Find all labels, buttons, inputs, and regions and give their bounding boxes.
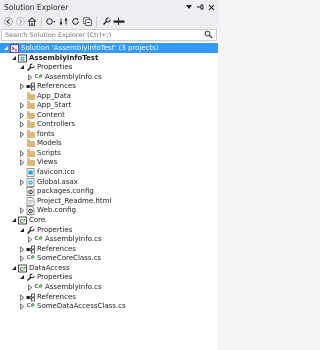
expand-arrow-icon[interactable]: [19, 111, 25, 119]
folder-icon: [26, 101, 35, 110]
expand-arrow-icon[interactable]: [19, 178, 25, 186]
title-bar: Solution Explorer: [0, 0, 218, 14]
tree-node-label: packages.config: [37, 187, 94, 195]
search-input[interactable]: [5, 31, 185, 39]
collapse-all-icon[interactable]: [82, 16, 92, 27]
auto-hide-pin-icon[interactable]: [196, 2, 204, 12]
expand-arrow-icon[interactable]: [19, 245, 25, 253]
toolbar-separator: [96, 16, 97, 27]
tree-node-label: SomeCoreClass.cs: [37, 254, 102, 262]
expand-arrow-icon[interactable]: [19, 130, 25, 138]
tree-node[interactable]: Properties: [0, 62, 218, 72]
tree-node-label: Web.config: [37, 206, 76, 214]
preview-selected-items-icon[interactable]: [113, 16, 125, 27]
tree-node[interactable]: favicon.ico: [0, 167, 218, 177]
refresh-icon[interactable]: [70, 16, 80, 27]
tree-node-label: Solution 'AssemblyInfoTest' (3 projects): [21, 44, 159, 52]
collapse-arrow-icon[interactable]: [19, 63, 25, 71]
pending-changes-filter-icon[interactable]: [46, 16, 56, 27]
expand-arrow-icon[interactable]: [27, 283, 33, 291]
tree-node-label: Models: [37, 139, 62, 147]
library-project-icon: C #: [18, 216, 27, 225]
folder-icon: [26, 158, 35, 167]
expand-arrow-icon[interactable]: [19, 149, 25, 157]
tree-node[interactable]: C# AssemblyInfo.cs: [0, 282, 218, 292]
csharp-file-icon: C#: [34, 284, 43, 290]
home-icon[interactable]: [27, 16, 37, 27]
tree-node[interactable]: C# SomeDataAccessClass.cs: [0, 301, 218, 311]
expand-arrow-icon[interactable]: [19, 120, 25, 128]
svg-text:#: #: [23, 218, 26, 222]
tree-node[interactable]: packages.config: [0, 186, 218, 196]
tree-node-label: App_Start: [37, 101, 72, 109]
tree-node[interactable]: Properties: [0, 272, 218, 282]
collapse-arrow-icon[interactable]: [19, 226, 25, 234]
tree-node-label: Core: [29, 216, 46, 224]
solution-node[interactable]: Solution 'AssemblyInfoTest' (3 projects): [0, 43, 218, 53]
expand-arrow-icon[interactable]: [19, 82, 25, 90]
tree-node-label: favicon.ico: [37, 168, 75, 176]
csharp-file-icon: C#: [26, 303, 35, 309]
expand-arrow-icon[interactable]: [19, 158, 25, 166]
tree-node-label: SomeDataAccessClass.cs: [37, 302, 126, 310]
properties-wrench-icon[interactable]: [101, 16, 111, 27]
tree-node[interactable]: App_Start: [0, 100, 218, 110]
search-icon[interactable]: [204, 30, 213, 41]
tree-node[interactable]: References: [0, 81, 218, 91]
tree-node[interactable]: Controllers: [0, 119, 218, 129]
config-file-icon: [26, 186, 35, 196]
close-icon[interactable]: [207, 2, 215, 12]
tree-node-label: Views: [37, 158, 58, 166]
expand-arrow-icon[interactable]: [19, 254, 25, 262]
tree-node[interactable]: Models: [0, 138, 218, 148]
references-icon: [26, 82, 35, 91]
tree-node[interactable]: C# SomeCoreClass.cs: [0, 253, 218, 263]
config-file-icon: [26, 205, 35, 215]
csharp-file-icon: C#: [26, 255, 35, 261]
tree-node[interactable]: Web.config: [0, 205, 218, 215]
solution-tree: Solution 'AssemblyInfoTest' (3 projects)…: [0, 42, 218, 350]
tree-node-label: References: [37, 82, 76, 90]
tree-node-label: Controllers: [37, 120, 76, 128]
expand-arrow-icon[interactable]: [19, 206, 25, 214]
back-icon[interactable]: [3, 16, 13, 27]
collapse-arrow-icon[interactable]: [3, 44, 9, 52]
expand-arrow-icon[interactable]: [19, 101, 25, 109]
title-controls: [185, 2, 215, 12]
solution-explorer-toolbar: [0, 14, 218, 29]
svg-text:#: #: [23, 266, 26, 270]
collapse-arrow-icon[interactable]: [11, 264, 17, 272]
collapse-arrow-icon[interactable]: [11, 216, 17, 224]
expand-arrow-icon[interactable]: [19, 293, 25, 301]
tree-node[interactable]: C # Core: [0, 215, 218, 225]
search-box[interactable]: [1, 29, 217, 41]
collapse-arrow-icon[interactable]: [19, 273, 25, 281]
wrench-icon: [26, 273, 35, 282]
expand-arrow-icon[interactable]: [27, 73, 33, 81]
wrench-icon: [26, 63, 35, 72]
image-file-icon: [26, 167, 35, 177]
csharp-file-icon: C#: [34, 236, 43, 242]
tree-node-label: AssemblyInfo.cs: [45, 235, 102, 243]
toolbar-separator: [41, 16, 42, 27]
tree-node-label: AssemblyInfo.cs: [45, 283, 102, 291]
folder-icon: [26, 120, 35, 129]
forward-icon[interactable]: [15, 16, 25, 27]
tree-node[interactable]: C# AssemblyInfo.cs: [0, 234, 218, 244]
tree-node[interactable]: Views: [0, 157, 218, 167]
folder-icon: [26, 139, 35, 148]
tree-node-label: Properties: [37, 273, 73, 281]
pane-menu-dropdown-icon[interactable]: [185, 2, 193, 12]
solution-icon: [10, 43, 19, 53]
sync-with-active-document-icon[interactable]: [58, 16, 68, 27]
panel-title: Solution Explorer: [4, 2, 69, 12]
expand-arrow-icon[interactable]: [27, 235, 33, 243]
tree-node-label: Properties: [37, 63, 73, 71]
expand-arrow-icon[interactable]: [19, 302, 25, 310]
collapse-arrow-icon[interactable]: [11, 54, 17, 62]
